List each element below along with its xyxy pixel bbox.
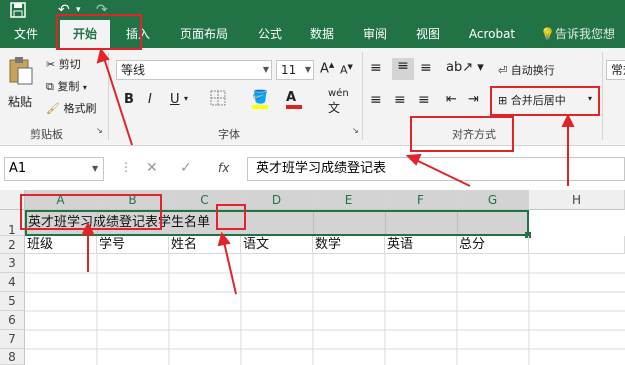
- annotation-arrows: [81, 47, 575, 295]
